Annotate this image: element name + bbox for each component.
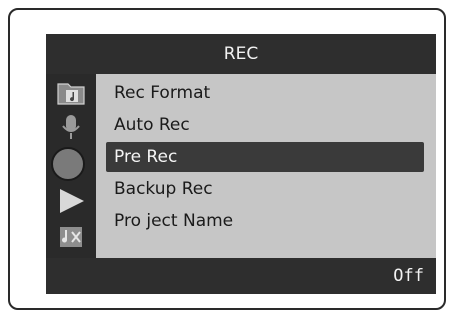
microphone-icon[interactable] (52, 112, 90, 142)
folder-music-icon[interactable] (52, 78, 90, 108)
menu-item-project-name[interactable]: Pro ject Name (106, 206, 424, 236)
tools-music-icon[interactable] (52, 222, 90, 252)
record-circle-icon[interactable] (48, 144, 94, 184)
rec-menu: Rec Format Auto Rec Pre Rec Backup Rec P… (96, 74, 436, 258)
menu-item-rec-format[interactable]: Rec Format (106, 78, 424, 108)
menu-item-pre-rec[interactable]: Pre Rec (106, 142, 424, 172)
menu-item-backup-rec[interactable]: Backup Rec (106, 174, 424, 204)
play-triangle-icon[interactable] (52, 186, 90, 216)
device-frame: REC Rec Format Auto Rec Pre Rec Backup R… (8, 8, 446, 310)
title-bar: REC (46, 34, 436, 74)
menu-item-auto-rec[interactable]: Auto Rec (106, 110, 424, 140)
page-title: REC (223, 44, 259, 64)
setting-value: Off (393, 266, 424, 286)
category-sidebar (46, 74, 96, 258)
lcd-screen: REC Rec Format Auto Rec Pre Rec Backup R… (46, 34, 436, 294)
status-bar: Off (46, 258, 436, 294)
